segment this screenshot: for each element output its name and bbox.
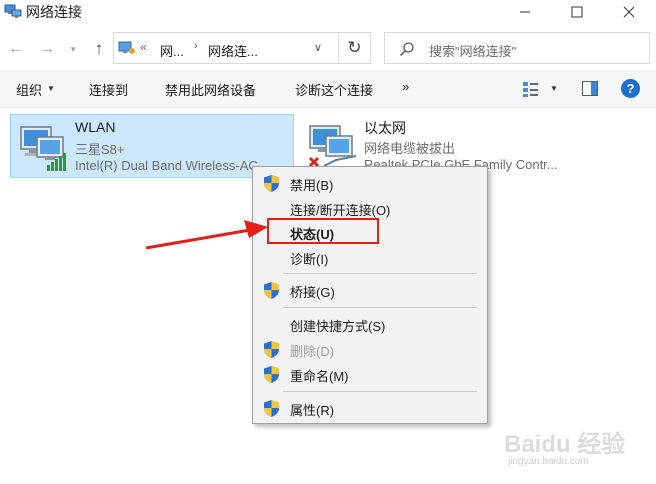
up-arrow-icon[interactable]: ↑ [88,38,110,60]
navigation-bar: ← → ▾ ↑ « 网... › 网络连... ∨ ↻ 搜索"网络连接" [0,30,656,66]
menu-item-label: 删除(D) [290,344,335,359]
uac-shield-icon [264,400,279,417]
breadcrumb-item[interactable]: 网络连... [208,41,258,60]
connection-status: 网络电缆被拔出 [364,141,456,156]
forward-arrow-icon[interactable]: → [36,38,58,60]
menu-item-bridge[interactable]: 桥接(G) [253,278,487,302]
menu-separator [283,273,477,274]
search-placeholder: 搜索"网络连接" [429,44,517,59]
minimize-icon[interactable] [502,0,548,24]
preview-pane-icon[interactable] [582,81,598,96]
organize-button[interactable]: 组织 [16,80,42,99]
window-title: 网络连接 [26,4,82,20]
uac-shield-icon [264,341,279,358]
menu-item-delete[interactable]: 删除(D) [253,337,487,361]
chevron-down-icon[interactable]: ∨ [314,41,322,54]
menu-item-label: 连接/断开连接(O) [290,203,391,218]
recent-locations-chevron-icon[interactable]: ▾ [62,38,84,60]
annotation-highlight-box [267,218,379,244]
close-icon[interactable] [606,0,652,24]
connection-name: 以太网 [364,120,406,136]
control-panel-icon [118,41,135,54]
disable-device-button[interactable]: 禁用此网络设备 [165,80,256,99]
menu-item-label: 诊断(I) [290,252,329,267]
watermark-url: jingyan.baidu.com [508,456,589,467]
title-bar: 网络连接 [0,0,656,24]
connection-status: 三星S8+ [75,142,125,157]
caret-down-icon[interactable]: ▼ [47,84,55,93]
search-input[interactable]: 搜索"网络连接" [384,32,650,64]
command-bar: 组织 ▼ 连接到 禁用此网络设备 诊断这个连接 » ▼ ? [0,70,656,108]
menu-item-diagnose[interactable]: 诊断(I) [253,245,487,269]
menu-separator [283,391,477,392]
uac-shield-icon [264,282,279,299]
help-icon[interactable]: ? [621,79,640,98]
menu-item-label: 重命名(M) [290,369,349,384]
menu-item-label: 创建快捷方式(S) [290,319,386,334]
uac-shield-icon [264,175,279,192]
more-commands-button[interactable]: » [402,79,409,94]
menu-item-label: 桥接(G) [290,285,335,300]
diagnose-connection-button[interactable]: 诊断这个连接 [295,80,373,99]
caret-down-icon[interactable]: ▼ [550,84,558,93]
refresh-icon[interactable]: ↻ [339,32,371,64]
menu-item-disable[interactable]: 禁用(B) [253,171,487,195]
annotation-arrow-icon [145,220,268,250]
menu-item-label: 属性(R) [290,403,335,418]
ethernet-adapter-disconnected-icon [308,125,357,168]
maximize-icon[interactable] [554,0,600,24]
menu-item-create-shortcut[interactable]: 创建快捷方式(S) [253,312,487,336]
address-overflow-icon[interactable]: « [140,40,147,54]
menu-item-connect-disconnect[interactable]: 连接/断开连接(O) [253,196,487,220]
watermark-logo: Baidu 经验 [504,431,626,458]
network-connections-icon [4,4,22,18]
menu-item-rename[interactable]: 重命名(M) [253,362,487,386]
address-bar[interactable]: « 网... › 网络连... ∨ [113,32,339,64]
menu-item-properties[interactable]: 属性(R) [253,396,487,420]
connection-name: WLAN [75,119,116,135]
uac-shield-icon [264,366,279,383]
chevron-right-icon[interactable]: › [194,40,198,52]
baidu-watermark: Baidu 经验 jingyan.baidu.com [500,424,630,474]
wifi-adapter-icon [20,126,66,171]
connection-device: Intel(R) Dual Band Wireless-AC [75,158,258,173]
context-menu: 禁用(B) 连接/断开连接(O) 状态(U) 诊断(I) 桥接(G) 创建快捷方… [252,166,488,424]
back-arrow-icon[interactable]: ← [5,38,27,60]
menu-separator [283,307,477,308]
change-view-icon[interactable] [521,79,541,99]
connect-to-button[interactable]: 连接到 [89,80,128,99]
menu-item-label: 禁用(B) [290,178,334,193]
breadcrumb-item[interactable]: 网... [160,41,184,60]
search-icon [399,42,414,57]
